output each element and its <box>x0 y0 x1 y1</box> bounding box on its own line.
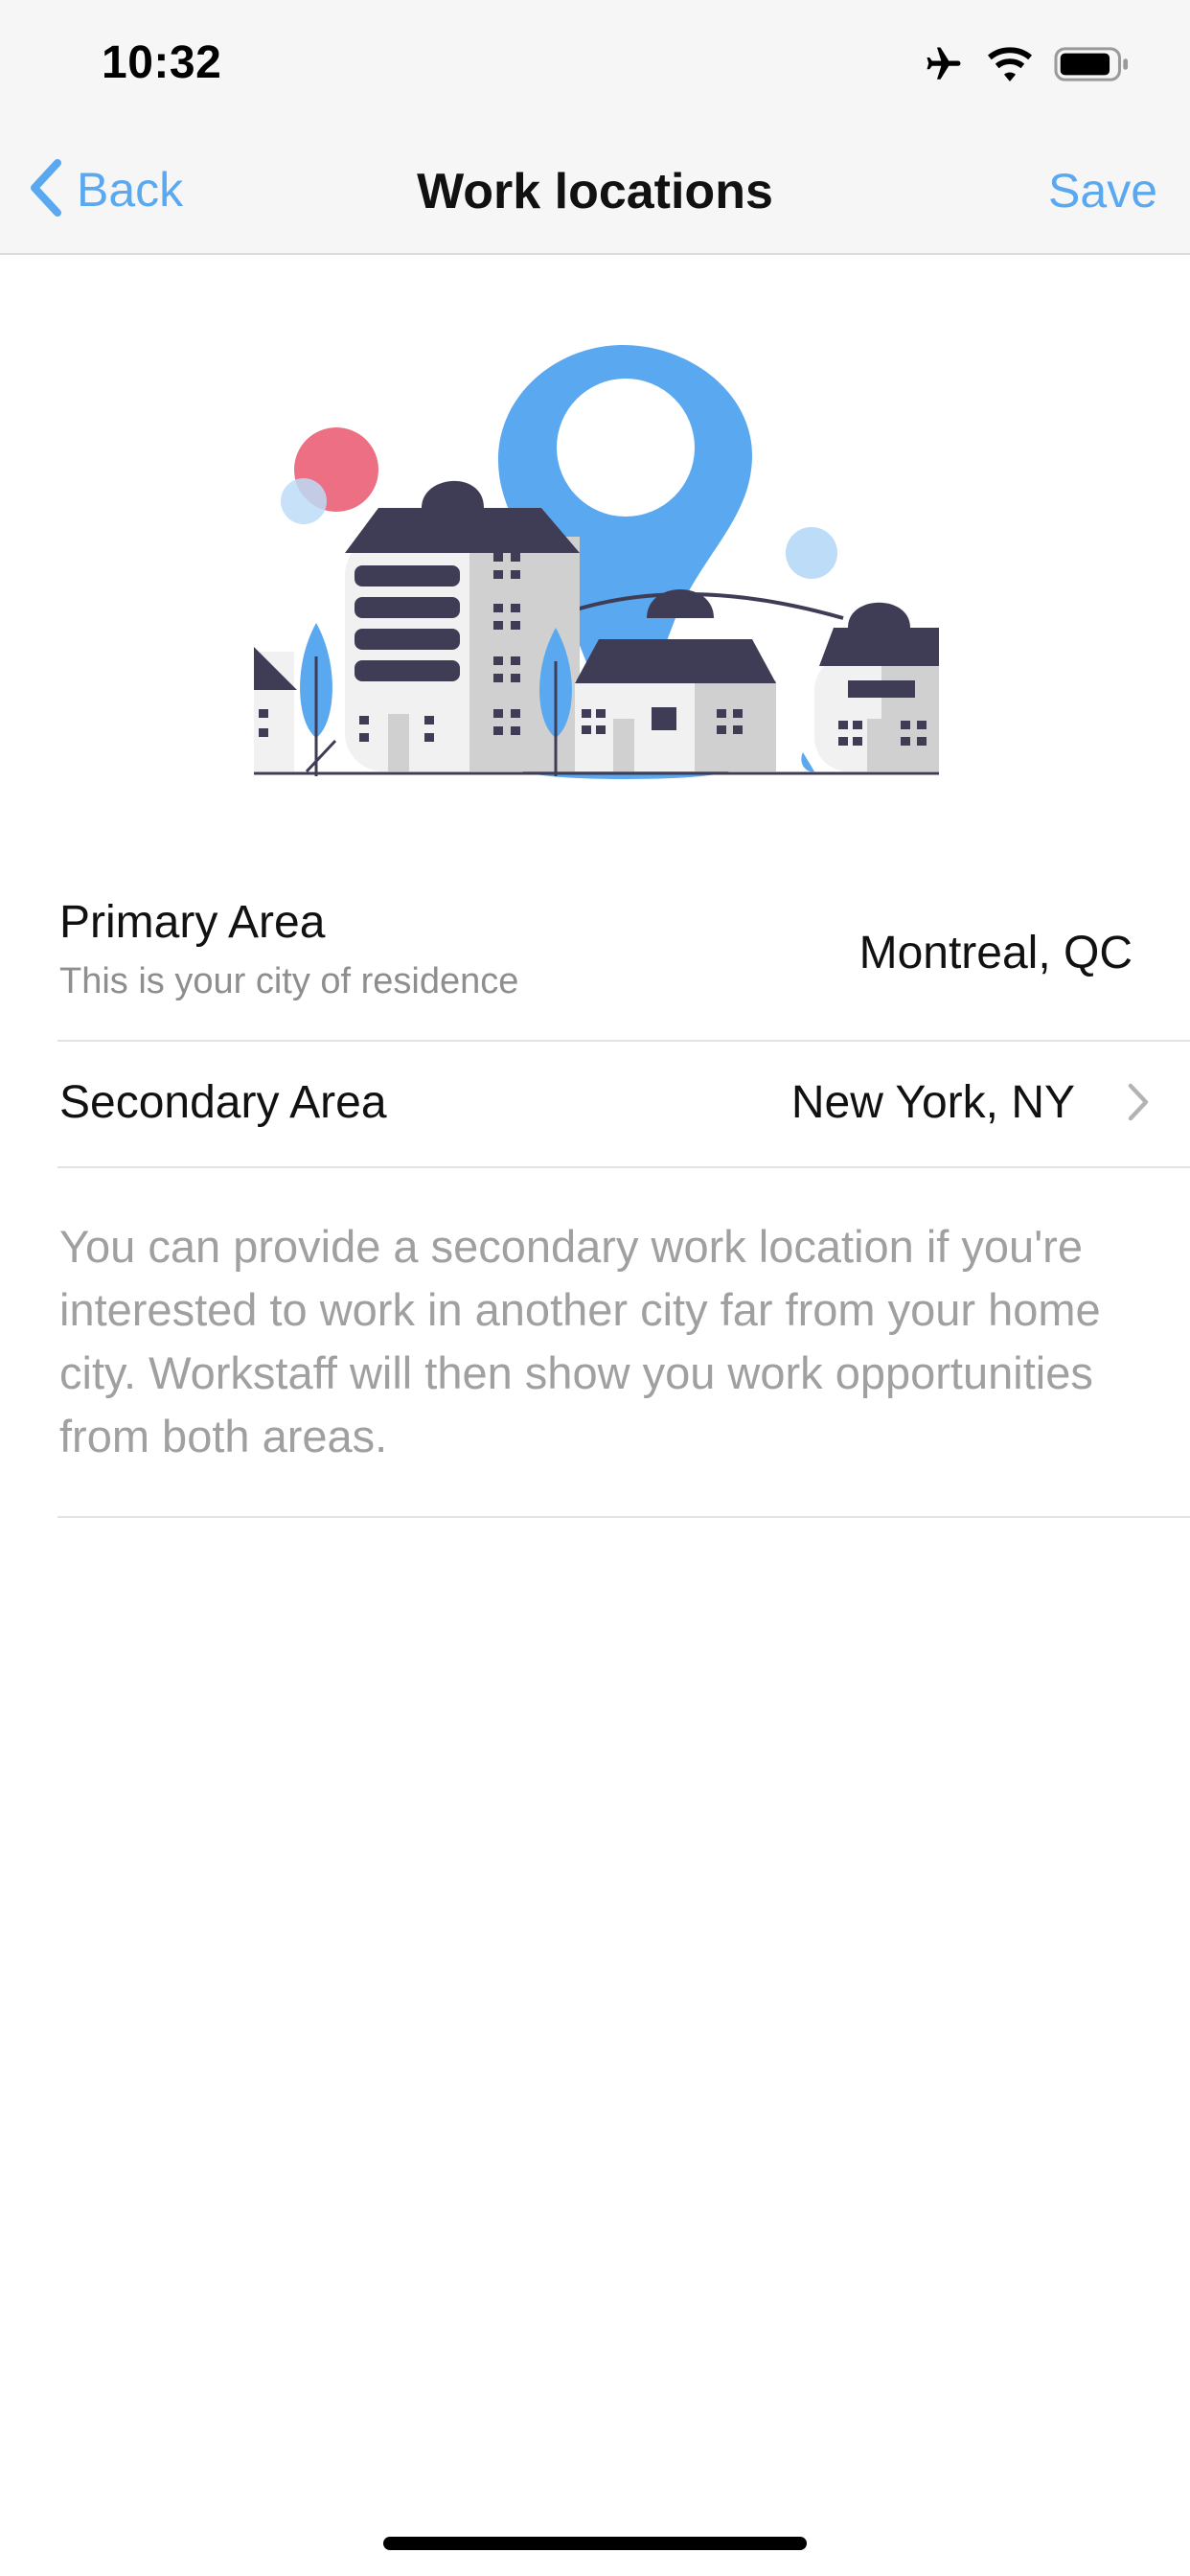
airplane-icon <box>922 44 966 89</box>
chevron-right-icon <box>1127 1082 1150 1127</box>
secondary-area-row[interactable]: Secondary Area New York, NY <box>57 1042 1190 1168</box>
primary-area-row: Primary Area This is your city of reside… <box>57 867 1190 1042</box>
city-location-illustration <box>254 340 939 781</box>
home-indicator[interactable] <box>383 2537 807 2550</box>
wifi-icon <box>987 46 1033 87</box>
primary-area-label: Primary Area <box>59 897 326 948</box>
secondary-area-description: You can provide a secondary work locatio… <box>59 1221 1101 1461</box>
save-button[interactable]: Save <box>1048 163 1157 218</box>
primary-area-sublabel: This is your city of residence <box>59 961 519 1001</box>
navigation-bar: Back Work locations Save <box>0 126 1190 255</box>
primary-area-value: Montreal, QC <box>858 928 1133 978</box>
status-icons <box>922 44 1131 89</box>
status-bar: 10:32 <box>0 0 1190 126</box>
divider <box>57 1516 1190 1518</box>
battery-icon <box>1054 46 1131 87</box>
status-time: 10:32 <box>102 37 222 88</box>
page-title: Work locations <box>417 164 773 219</box>
illustration-svg <box>254 345 939 779</box>
secondary-area-value: New York, NY <box>790 1077 1075 1128</box>
secondary-area-label: Secondary Area <box>59 1077 387 1128</box>
